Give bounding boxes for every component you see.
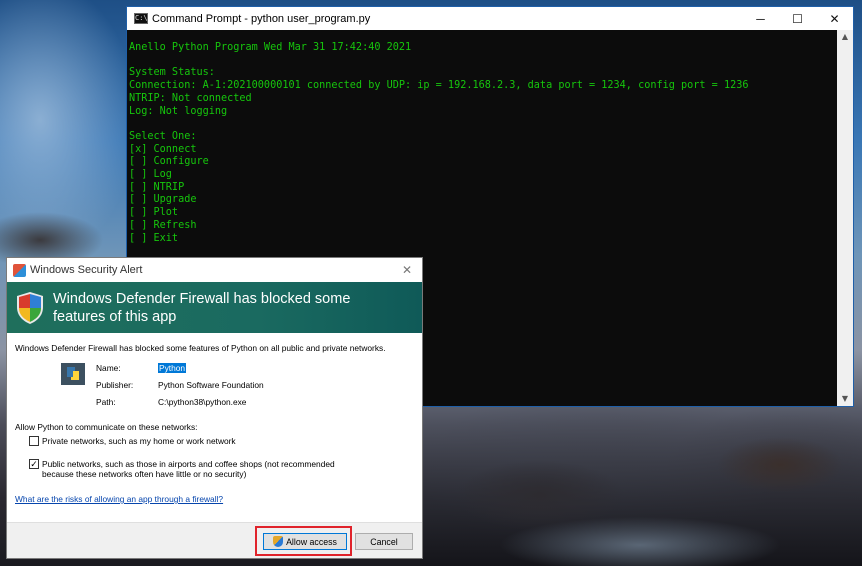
public-network-option[interactable]: ✓ Public networks, such as those in airp… (7, 459, 422, 479)
allow-access-highlight (255, 526, 352, 556)
terminal-line: Connection: A-1:202100000101 connected b… (129, 80, 749, 92)
firewall-banner: Windows Defender Firewall has blocked so… (7, 282, 422, 333)
terminal-line: Anello Python Program Wed Mar 31 17:42:4… (129, 42, 412, 53)
path-label: Path: (96, 397, 116, 407)
path-row: Path: C:\python38\python.exe (96, 397, 246, 407)
terminal-line: Log: Not logging (129, 105, 228, 117)
dialog-close-icon[interactable]: ✕ (392, 263, 422, 277)
terminal-line: Select One: (129, 130, 197, 142)
terminal-line: System Status: (129, 67, 215, 79)
name-label: Name: (96, 363, 121, 373)
firewall-risks-link[interactable]: What are the risks of allowing an app th… (7, 494, 422, 504)
dialog-message: Windows Defender Firewall has blocked so… (15, 343, 386, 353)
terminal-line: [ ] Upgrade (129, 194, 197, 206)
security-alert-icon (13, 263, 26, 277)
private-network-option[interactable]: Private networks, such as my home or wor… (7, 436, 422, 446)
cmd-titlebar[interactable]: C:\ Command Prompt - python user_program… (127, 7, 853, 30)
terminal-line: [ ] Log (129, 169, 172, 181)
terminal-line: NTRIP: Not connected (129, 92, 252, 104)
private-network-label[interactable]: Private networks, such as my home or wor… (42, 436, 236, 446)
scroll-up-icon[interactable]: ▲ (837, 30, 853, 44)
private-network-checkbox[interactable] (29, 436, 39, 446)
dialog-titlebar[interactable]: Windows Security Alert ✕ (7, 258, 422, 282)
scroll-down-icon[interactable]: ▼ (837, 392, 853, 406)
close-button[interactable]: ✕ (816, 7, 853, 30)
terminal-line: [ ] Configure (129, 156, 209, 168)
terminal-line: [x] Connect (129, 143, 197, 155)
cancel-label: Cancel (370, 536, 398, 547)
cmd-title: Command Prompt - python user_program.py (152, 12, 371, 25)
app-info: Name: Python Publisher: Python Software … (7, 357, 422, 417)
allow-networks-heading: Allow Python to communicate on these net… (15, 422, 198, 432)
cancel-button[interactable]: Cancel (355, 533, 413, 550)
wallpaper-rocks (420, 405, 862, 566)
path-value: C:\python38\python.exe (158, 397, 247, 407)
terminal-line: [ ] NTRIP (129, 181, 185, 193)
vertical-scrollbar[interactable]: ▲ ▼ (837, 30, 853, 406)
terminal-line: [ ] Refresh (129, 219, 197, 231)
public-network-checkbox[interactable]: ✓ (29, 459, 39, 469)
python-app-icon (61, 363, 85, 385)
dialog-footer: Allow access Cancel (7, 522, 422, 558)
minimize-button[interactable]: ─ (742, 7, 779, 30)
shield-icon (15, 291, 45, 325)
name-row: Name: Python (96, 363, 187, 373)
name-value[interactable]: Python (158, 363, 187, 373)
publisher-row: Publisher: Python Software Foundation (96, 380, 264, 390)
public-network-label[interactable]: Public networks, such as those in airpor… (42, 459, 362, 479)
publisher-label: Publisher: (96, 380, 134, 390)
terminal-line: [ ] Exit (129, 232, 179, 244)
publisher-value: Python Software Foundation (158, 380, 264, 390)
maximize-button[interactable]: ☐ (779, 7, 816, 30)
dialog-title: Windows Security Alert (30, 264, 143, 276)
security-alert-dialog[interactable]: Windows Security Alert ✕ Windows Defende… (6, 257, 423, 559)
terminal-line: [ ] Plot (129, 207, 179, 219)
terminal-icon: C:\ (134, 13, 148, 24)
banner-heading: Windows Defender Firewall has blocked so… (53, 290, 351, 325)
